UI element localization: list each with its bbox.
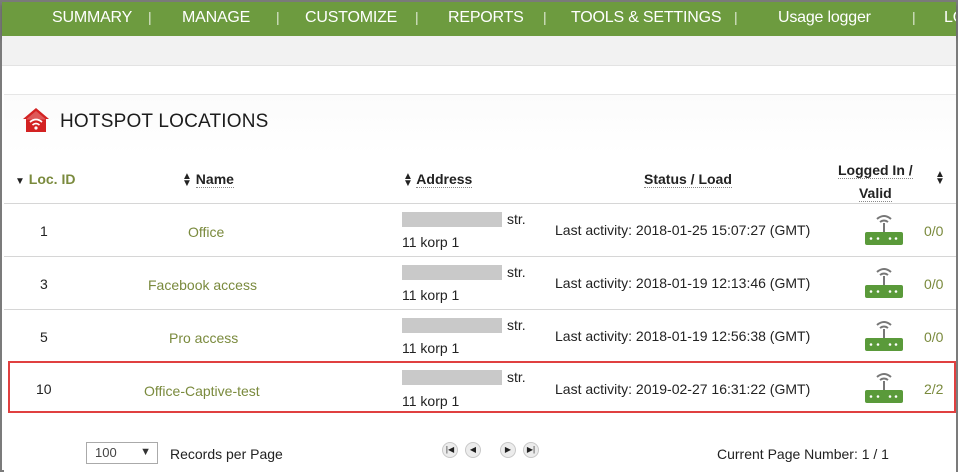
address-redacted bbox=[402, 370, 502, 385]
section-header bbox=[22, 107, 50, 133]
dropdown-arrow-icon: ▼ bbox=[140, 446, 151, 458]
status-text: Last activity: 2018-01-25 15:07:27 (GMT) bbox=[555, 222, 811, 238]
nav-usage-logger[interactable]: Usage logger bbox=[778, 9, 871, 27]
logged-ratio[interactable]: 0/0 bbox=[924, 223, 943, 239]
table-row[interactable]: 1 Office str. 11 korp 1 Last activity: 2… bbox=[4, 203, 956, 256]
header-logged-in[interactable]: Logged In / Valid bbox=[838, 159, 913, 205]
logged-ratio[interactable]: 2/2 bbox=[924, 381, 943, 397]
nav-manage[interactable]: MANAGE bbox=[182, 9, 250, 27]
sort-both-icon: ▲ ▼ bbox=[935, 169, 945, 187]
status-text: Last activity: 2018-01-19 12:13:46 (GMT) bbox=[555, 275, 811, 291]
nav-separator: | bbox=[415, 9, 419, 25]
table-row-highlighted[interactable]: 10 Office-Captive-test str. 11 korp 1 La… bbox=[8, 361, 956, 413]
header-loc-id[interactable]: ▼ Loc. ID bbox=[15, 171, 75, 187]
prev-page-icon[interactable]: ◀ bbox=[465, 442, 481, 458]
nav-separator: | bbox=[543, 9, 547, 25]
nav-reports[interactable]: REPORTS bbox=[448, 9, 524, 27]
loc-id: 1 bbox=[40, 223, 48, 239]
header-loc-id-label: Loc. ID bbox=[28, 171, 76, 187]
loc-id: 10 bbox=[36, 381, 52, 397]
header-status[interactable]: Status / Load bbox=[644, 171, 732, 188]
header-logged-sort[interactable]: ▲ ▼ bbox=[935, 169, 945, 187]
nav-logout[interactable]: LO bbox=[944, 9, 956, 27]
location-name-link[interactable]: Facebook access bbox=[148, 277, 257, 293]
address-line2: 11 korp 1 bbox=[402, 393, 460, 409]
logged-ratio[interactable]: 0/0 bbox=[924, 276, 943, 292]
header-logged-line1: Logged In / bbox=[838, 162, 913, 179]
logged-ratio[interactable]: 0/0 bbox=[924, 329, 943, 345]
nav-separator: | bbox=[276, 9, 280, 25]
nav-summary[interactable]: SUMMARY bbox=[52, 9, 132, 27]
router-icon bbox=[864, 212, 904, 249]
nav-tools-settings[interactable]: TOOLS & SETTINGS bbox=[571, 9, 722, 27]
top-nav: SUMMARY | MANAGE | CUSTOMIZE | REPORTS |… bbox=[2, 2, 956, 36]
router-icon bbox=[864, 265, 904, 302]
table-row[interactable]: 3 Facebook access str. 11 korp 1 Last ac… bbox=[4, 256, 956, 309]
location-name-link[interactable]: Office-Captive-test bbox=[144, 383, 260, 399]
router-icon bbox=[864, 370, 904, 407]
nav-customize[interactable]: CUSTOMIZE bbox=[305, 9, 397, 27]
records-per-page-label: Records per Page bbox=[170, 446, 283, 462]
header-status-label: Status / Load bbox=[644, 171, 732, 188]
address-redacted bbox=[402, 318, 502, 333]
first-page-icon[interactable]: |◀ bbox=[442, 442, 458, 458]
address-suffix: str. bbox=[507, 264, 526, 280]
nav-separator: | bbox=[148, 9, 152, 25]
next-page-icon[interactable]: ▶ bbox=[500, 442, 516, 458]
address-suffix: str. bbox=[507, 317, 526, 333]
address-suffix: str. bbox=[507, 211, 526, 227]
current-page-number: Current Page Number: 1 / 1 bbox=[717, 446, 889, 462]
header-logged-line2: Valid bbox=[858, 185, 892, 202]
nav-separator: | bbox=[734, 9, 738, 25]
subheader-strip bbox=[2, 36, 956, 66]
location-name-link[interactable]: Pro access bbox=[169, 330, 238, 346]
address-line2: 11 korp 1 bbox=[402, 340, 460, 356]
header-name[interactable]: ▲ ▼ Name bbox=[182, 171, 234, 190]
home-wifi-icon bbox=[22, 107, 50, 133]
status-text: Last activity: 2018-01-19 12:56:38 (GMT) bbox=[555, 328, 811, 344]
last-page-icon[interactable]: ▶| bbox=[523, 442, 539, 458]
header-address[interactable]: ▲ ▼ Address bbox=[403, 171, 473, 190]
location-name-link[interactable]: Office bbox=[188, 224, 224, 240]
header-address-label: Address bbox=[416, 171, 473, 188]
loc-id: 5 bbox=[40, 329, 48, 345]
sort-both-icon: ▲ ▼ bbox=[403, 171, 413, 190]
sort-desc-icon: ▼ bbox=[15, 176, 25, 187]
address-line2: 11 korp 1 bbox=[402, 234, 460, 250]
nav-separator: | bbox=[912, 9, 916, 25]
address-line2: 11 korp 1 bbox=[402, 287, 460, 303]
loc-id: 3 bbox=[40, 276, 48, 292]
address-suffix: str. bbox=[507, 369, 526, 385]
table-row[interactable]: 5 Pro access str. 11 korp 1 Last activit… bbox=[4, 309, 956, 362]
address-redacted bbox=[402, 212, 502, 227]
status-text: Last activity: 2019-02-27 16:31:22 (GMT) bbox=[555, 381, 811, 397]
records-per-page-select[interactable]: 100 ▼ bbox=[86, 442, 158, 464]
page-title: HOTSPOT LOCATIONS bbox=[60, 111, 269, 132]
sort-both-icon: ▲ ▼ bbox=[182, 171, 192, 190]
router-icon bbox=[864, 318, 904, 355]
records-per-page-value: 100 bbox=[95, 445, 117, 460]
address-redacted bbox=[402, 265, 502, 280]
header-name-label: Name bbox=[195, 171, 234, 188]
